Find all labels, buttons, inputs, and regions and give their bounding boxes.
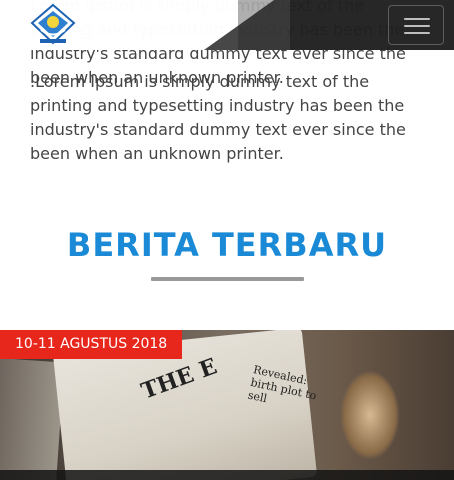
intro-paragraph: .Lorem Ipsum is simply dummy text of the… [30,72,406,163]
news-date-badge: 10-11 AGUSTUS 2018 [0,330,183,359]
school-emblem-icon[interactable] [30,3,76,47]
page: Lorem Ipsum is simply dummy text of the … [0,0,454,480]
navbar [0,0,454,50]
card-bottom-shadow [0,470,454,480]
hamburger-menu-icon[interactable] [388,5,444,45]
news-section-title: BERITA TERBARU [66,226,388,264]
section-divider [151,277,304,281]
lantern-decor [340,370,400,460]
